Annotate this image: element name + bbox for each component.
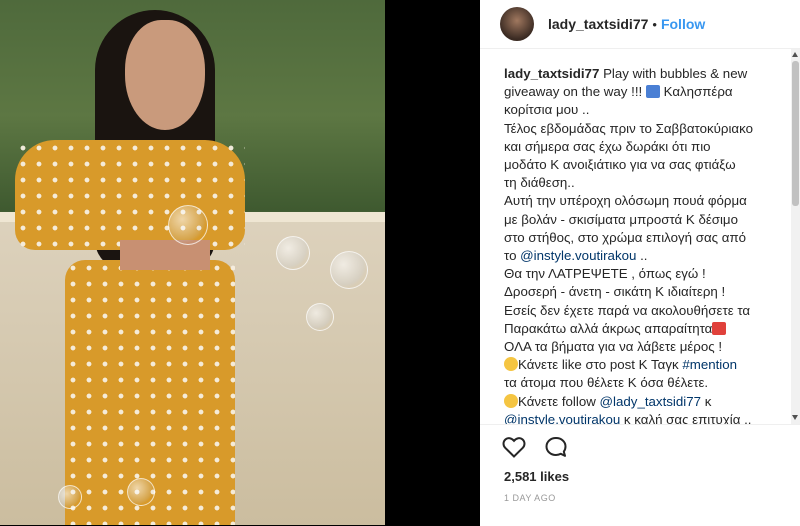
mention-link[interactable]: @instyle.voutirakou — [520, 248, 636, 263]
caption-text: Κάνετε follow — [518, 393, 600, 409]
caption-text: μοδάτο Κ ανοιξιάτικο για να σας φτιάξω — [504, 157, 736, 173]
mention-link[interactable]: @instyle.voutirakou — [504, 412, 620, 424]
follow-button[interactable]: Follow — [661, 16, 705, 32]
caption-text: Θα την ΛΑΤΡΕΨΕΤΕ , όπως εγώ ! — [504, 266, 706, 282]
caption-text: Τέλος εβδομάδας πριν το Σαββατοκύριακο — [504, 120, 753, 136]
heart-icon[interactable] — [502, 436, 526, 463]
bubble — [58, 485, 82, 509]
waist — [120, 240, 210, 270]
caption-text: Καλησπέρα — [659, 84, 733, 100]
caption-author[interactable]: lady_taxtsidi77 — [504, 66, 599, 81]
scroll-up-icon[interactable] — [792, 52, 798, 57]
caption-text: τα άτομα που θέλετε Κ όσα θέλετε. — [504, 375, 709, 391]
scroll-down-icon[interactable] — [792, 415, 798, 420]
avatar[interactable] — [500, 7, 534, 41]
bubble — [306, 303, 334, 331]
post-image[interactable] — [0, 0, 385, 525]
comment-icon[interactable] — [544, 436, 568, 463]
caption-text: giveaway on the way !!! — [504, 84, 646, 100]
caption-text: στο στήθος, στο χρώμα επιλογή σας από — [504, 229, 747, 245]
image-gutter — [385, 0, 480, 525]
caption-text: Παρακάτω αλλά άκρως απαραίτητα — [504, 320, 713, 336]
username[interactable]: lady_taxtsidi77 — [548, 16, 648, 32]
caption-scrollbar[interactable] — [791, 49, 800, 424]
bubble — [276, 236, 310, 270]
bubble — [330, 251, 368, 289]
likes-count[interactable]: 2,581 likes — [504, 469, 569, 484]
caption-text: ΟΛΑ τα βήματα για να λάβετε μέρος ! — [504, 339, 723, 355]
caption-text: Δροσερή - άνετη - σικάτη Κ ιδιαίτερη ! — [504, 284, 726, 300]
face-emoji-icon — [504, 357, 518, 372]
caption: lady_taxtsidi77 Play with bubbles & new … — [480, 49, 786, 424]
post-actions: 2,581 likes 1 DAY AGO — [480, 424, 800, 526]
face-emoji-icon — [504, 393, 518, 408]
caption-text: Κάνετε like στο post Κ Ταγκ — [518, 357, 683, 373]
caption-text: κορίτσια μου .. — [504, 102, 590, 118]
caption-text: κ καλή σας επιτυχία .. — [620, 411, 752, 424]
caption-text: τη διάθεση.. — [504, 175, 575, 191]
mention-link[interactable]: @lady_taxtsidi77 — [600, 394, 701, 409]
caption-text: Αυτή την υπέροχη ολόσωμη πουά φόρμα — [504, 193, 747, 209]
post-header: lady_taxtsidi77 • Follow — [480, 0, 800, 49]
caption-text: κ — [701, 393, 712, 409]
bubble — [168, 205, 208, 245]
hashtag-link[interactable]: #mention — [682, 357, 737, 372]
face — [125, 20, 205, 130]
bubble — [127, 478, 155, 506]
polka-dot-top — [15, 140, 245, 250]
blue-square-emoji-icon — [645, 85, 660, 99]
caption-text: το — [504, 248, 521, 264]
red-square-emoji-icon — [712, 321, 727, 335]
caption-text: και σήμερα σας έχω δωράκι ότι πιο — [504, 138, 711, 154]
scrollbar-thumb[interactable] — [792, 61, 799, 206]
caption-text: Play with bubbles & new — [603, 66, 748, 81]
post-timestamp[interactable]: 1 DAY AGO — [504, 493, 556, 503]
caption-text: .. — [636, 248, 648, 264]
caption-text: Εσείς δεν έχετε παρά να ακολουθήσετε τα — [504, 302, 751, 318]
separator-dot: • — [652, 16, 657, 32]
caption-text: με βολάν - σκισίματα μπροστά Κ δέσιμο — [504, 211, 738, 227]
